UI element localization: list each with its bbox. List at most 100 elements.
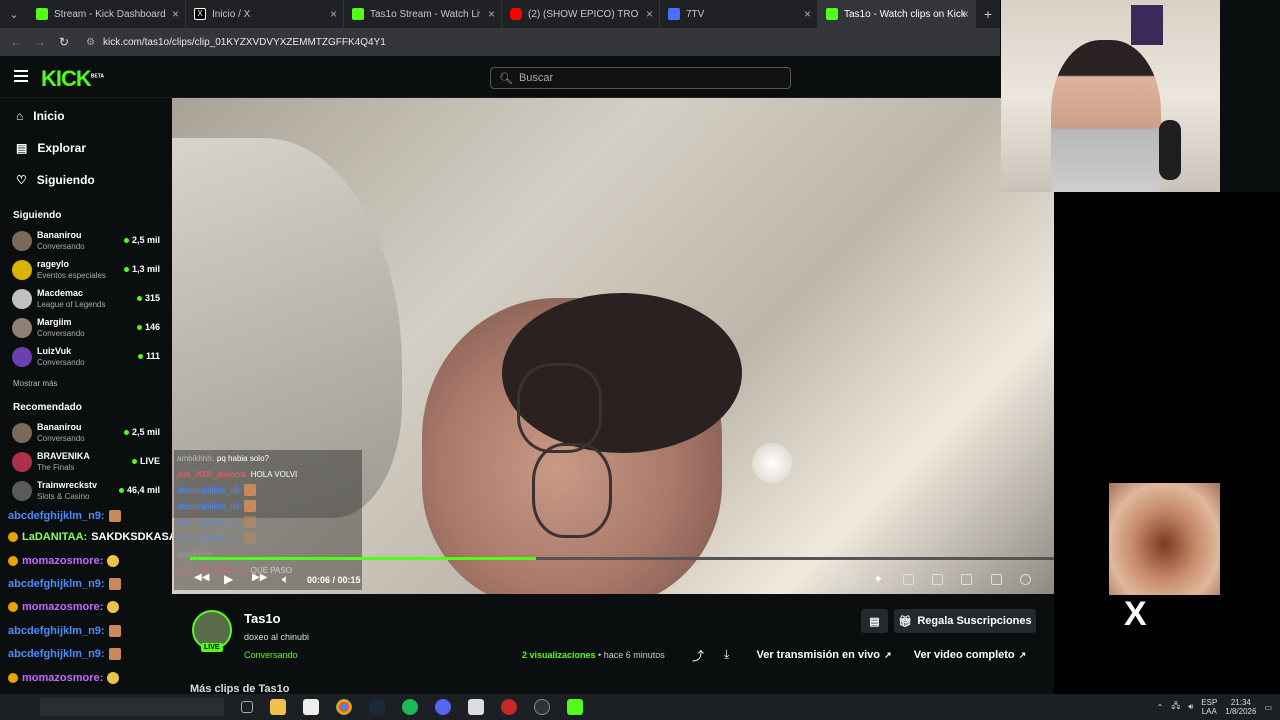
crop-icon[interactable] xyxy=(815,574,826,585)
miniplayer-icon[interactable] xyxy=(903,574,914,585)
play-icon[interactable]: ▶ xyxy=(224,572,233,586)
taskbar-search[interactable] xyxy=(40,698,224,716)
tab-x[interactable]: X Inicio / X × xyxy=(186,0,344,28)
chat-line: abcdefghijklm_n9: xyxy=(8,510,121,522)
close-icon[interactable]: × xyxy=(962,7,969,21)
emote-icon xyxy=(108,578,121,590)
viewer-count: 2,5 mil xyxy=(131,427,160,437)
external-link-icon: ↗ xyxy=(883,649,892,660)
tab-tas1o-clips[interactable]: Tas1o - Watch clips on Kick × xyxy=(818,0,976,28)
steam-icon[interactable] xyxy=(369,699,385,715)
fullscreen-icon[interactable] xyxy=(991,574,1002,585)
tab-tas1o-stream[interactable]: Tas1o Stream - Watch Live on Kick × xyxy=(344,0,502,28)
kick-logo[interactable]: KICKBETA xyxy=(41,66,104,92)
close-icon[interactable]: × xyxy=(804,7,811,21)
app-icon[interactable] xyxy=(303,699,319,715)
clock[interactable]: 21:34 1/8/2026 xyxy=(1225,698,1256,716)
channel-item[interactable]: Margiim Conversando 146 xyxy=(0,313,172,342)
webcam-content xyxy=(1159,120,1181,180)
network-icon[interactable]: 🖧︎ xyxy=(1171,700,1180,714)
view-count: 2 visualizaciones xyxy=(522,650,596,660)
channel-item[interactable]: Bananirou Conversando 2,5 mil xyxy=(0,418,172,447)
right-black-area xyxy=(1054,192,1280,694)
volume-icon[interactable]: 🔊︎ xyxy=(1188,702,1193,712)
tab-kick-dashboard[interactable]: Stream - Kick Dashboard × xyxy=(28,0,186,28)
volume-icon[interactable]: 🔈︎ xyxy=(282,572,289,587)
watch-live-button[interactable]: Ver transmisión en vivo ↗ xyxy=(750,643,898,667)
theater-mode-button[interactable]: ▤ xyxy=(861,609,888,633)
url-field[interactable]: ⚙ kick.com/tas1o/clips/clip_01KYZXVDVYXZ… xyxy=(86,37,386,48)
share-icon[interactable]: ⤴ xyxy=(692,647,704,664)
nav-inicio[interactable]: ⌂ Inicio xyxy=(0,100,172,132)
rewind-icon[interactable]: ◀◀ xyxy=(194,572,209,583)
gift-subs-button[interactable]: 🎁︎ Regala Suscripciones xyxy=(894,609,1036,633)
chat-message: pq habia solo? xyxy=(216,453,269,463)
show-more-link[interactable]: Mostrar más xyxy=(0,379,172,388)
channel-category: Conversando xyxy=(37,357,85,367)
full-video-label: Ver video completo xyxy=(913,649,1015,661)
close-icon[interactable]: × xyxy=(172,7,179,21)
chrome-icon[interactable] xyxy=(336,699,352,715)
layout-icon: ▤ xyxy=(869,615,880,628)
channel-name: Macdemac xyxy=(37,287,84,298)
quality-icon[interactable] xyxy=(844,574,855,585)
chrome-icon[interactable] xyxy=(501,699,517,715)
chat-line: ambikhhh: pq habia solo? xyxy=(174,450,362,466)
viewer-count: 111 xyxy=(145,351,160,361)
new-tab-icon[interactable]: + xyxy=(976,6,1000,22)
channel-name[interactable]: Tas1o xyxy=(244,611,281,626)
channel-item[interactable]: Trainwreckstv Slots & Casino 46,4 mil xyxy=(0,476,172,505)
tab-7tv[interactable]: 7TV × xyxy=(660,0,818,28)
forward-icon[interactable]: → xyxy=(28,35,52,49)
tab-search-icon[interactable]: ⌄ xyxy=(0,0,28,28)
back-icon[interactable]: ← xyxy=(4,35,28,49)
menu-icon[interactable] xyxy=(14,70,28,82)
chat-user: abcdefghijklm_n9: xyxy=(8,578,105,590)
channel-item[interactable]: rageylo Eventos especiales 1,3 mil xyxy=(0,255,172,284)
chat-line: momazosmore: xyxy=(8,555,120,567)
seek-bar[interactable] xyxy=(190,557,1054,560)
captions-icon[interactable] xyxy=(932,574,943,585)
nav-explorar[interactable]: ▤ Explorar xyxy=(0,132,172,164)
nav-siguiendo[interactable]: ♡ Siguiendo xyxy=(0,164,172,196)
discord-icon[interactable] xyxy=(435,699,451,715)
avatar xyxy=(12,480,32,501)
search-input[interactable]: 🔍︎ Buscar xyxy=(490,67,791,89)
channel-item[interactable]: LuizVuk Conversando 111 xyxy=(0,342,172,371)
channel-item[interactable]: Bananirou Conversando 2,5 mil xyxy=(0,226,172,255)
clock-date: 1/8/2026 xyxy=(1225,707,1257,716)
app-icon[interactable] xyxy=(468,699,484,715)
channel-category: Slots & Casino xyxy=(37,491,90,501)
site-info-icon[interactable]: ⚙ xyxy=(86,37,95,48)
tab-youtube[interactable]: (2) (SHOW ÉPICO) TROLLFACE × xyxy=(502,0,660,28)
close-icon[interactable]: × xyxy=(330,7,337,21)
kick-app-icon[interactable] xyxy=(567,699,583,715)
file-explorer-icon[interactable] xyxy=(270,699,286,715)
channel-item[interactable]: Macdemac League of Legends 315 xyxy=(0,284,172,313)
download-icon[interactable]: ⤓ xyxy=(724,647,729,662)
reload-icon[interactable]: ↻ xyxy=(52,35,76,49)
badge-icon xyxy=(8,532,18,542)
tray-chevron-icon[interactable]: ⌃ xyxy=(1157,703,1164,712)
full-video-button[interactable]: Ver video completo ↗ xyxy=(906,643,1034,667)
channel-name: Bananirou xyxy=(37,421,82,432)
task-view-icon[interactable] xyxy=(241,701,253,713)
theater-icon[interactable] xyxy=(961,574,972,585)
avatar xyxy=(12,451,32,472)
live-badge: LIVE xyxy=(201,643,223,652)
spotify-icon[interactable] xyxy=(402,699,418,715)
notification-icon[interactable]: ▭ xyxy=(1264,703,1272,712)
chat-line: jere_3006_maincra: HOLA VOLVI xyxy=(174,466,362,482)
settings-icon[interactable] xyxy=(1020,574,1031,585)
logo-text: KICK xyxy=(41,66,92,91)
close-icon[interactable]: × xyxy=(646,7,653,21)
sparkle-icon[interactable]: ✦ xyxy=(873,572,883,586)
forward-icon[interactable]: ▶▶ xyxy=(252,572,267,583)
close-icon[interactable]: × xyxy=(488,7,495,21)
clip-category[interactable]: Conversando xyxy=(244,650,298,660)
language-indicator[interactable]: ESP LAA xyxy=(1201,698,1217,716)
obs-icon[interactable] xyxy=(534,699,550,715)
address-bar: ← → ↻ ⚙ kick.com/tas1o/clips/clip_01KYZX… xyxy=(0,28,1000,56)
x-favicon-icon: X xyxy=(194,8,206,20)
channel-item[interactable]: BRAVENIKA The Finals LIVE xyxy=(0,447,172,476)
